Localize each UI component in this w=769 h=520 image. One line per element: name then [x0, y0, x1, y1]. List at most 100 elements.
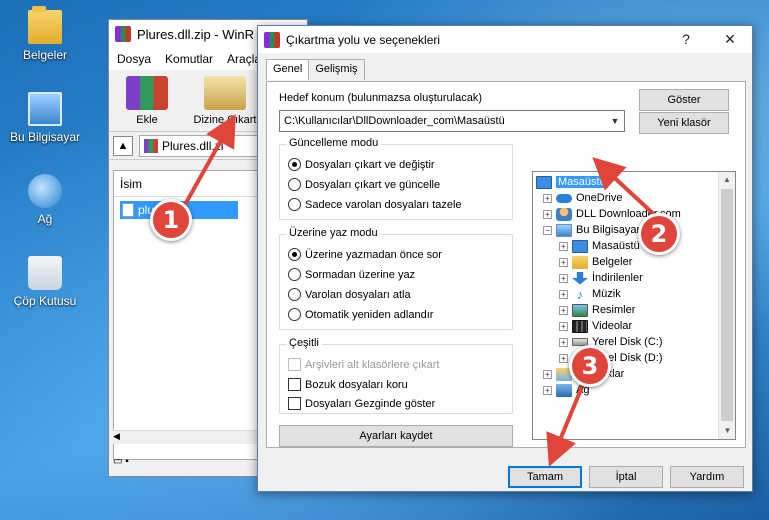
radio[interactable]: [288, 178, 301, 191]
overwrite-mode-group: Üzerine yaz modu Üzerine yazmadan önce s…: [279, 227, 513, 330]
step-badge-1: 1: [150, 199, 192, 241]
dll-file-icon: [122, 203, 134, 217]
radio-selected[interactable]: [288, 158, 301, 171]
tree-item-label: Müzik: [592, 288, 621, 300]
expand-icon[interactable]: +: [559, 305, 568, 315]
scroll-left-icon: ◀: [113, 431, 120, 441]
dialog-title-bar[interactable]: Çıkartma yolu ve seçenekleri ? ✕: [258, 26, 752, 53]
expand-icon[interactable]: +: [559, 337, 568, 347]
scroll-up-icon[interactable]: ▲: [719, 172, 735, 188]
update-option-replace[interactable]: Dosyaları çıkart ve değiştir: [288, 158, 435, 171]
extract-to-button[interactable]: Dizine Çıkart: [189, 70, 261, 131]
menu-komutlar[interactable]: Komutlar: [165, 52, 213, 66]
winrar-horizontal-scrollbar[interactable]: ◀: [113, 430, 263, 444]
radio[interactable]: [288, 268, 301, 281]
tree-item-desktop[interactable]: + Masaüstü: [559, 238, 640, 254]
tree-item-desktop-root[interactable]: Masaüstü: [536, 174, 608, 190]
general-tab-panel: Hedef konum (bulunmazsa oluşturulacak) C…: [266, 81, 746, 448]
add-button-label: Ekle: [136, 114, 158, 126]
option-label: Arşivleri alt klasörlere çıkart: [305, 358, 440, 371]
radio[interactable]: [288, 198, 301, 211]
extract-folder-icon: [204, 76, 246, 110]
tree-item-label: İndirilenler: [592, 272, 643, 284]
column-header-name[interactable]: İsim: [114, 171, 262, 197]
desktop-icon-documents[interactable]: Belgeler: [5, 6, 85, 62]
misc-group: Çeşitli Arşivleri alt klasörlere çıkart …: [279, 337, 513, 414]
overwrite-option-rename[interactable]: Otomatik yeniden adlandır: [288, 308, 433, 321]
menu-dosya[interactable]: Dosya: [117, 52, 151, 66]
new-folder-button[interactable]: Yeni klasör: [639, 112, 729, 134]
checkbox[interactable]: [288, 378, 301, 391]
winrar-app-icon: [264, 31, 280, 48]
tree-item-label: Masaüstü: [592, 240, 640, 252]
desktop-icon-network[interactable]: Ağ: [5, 174, 85, 226]
option-label: Sadece varolan dosyaları tazele: [305, 198, 462, 211]
desktop-icon-label: Çöp Kutusu: [13, 294, 77, 308]
desktop-icon: [536, 175, 552, 189]
expand-icon[interactable]: +: [543, 369, 552, 379]
destination-path-combo[interactable]: C:\Kullanıcılar\DllDownloader_com\Masaüs…: [279, 110, 625, 132]
step-badge-2: 2: [638, 213, 680, 255]
menu-araclar[interactable]: Araçla: [227, 52, 261, 66]
close-button[interactable]: ✕: [708, 26, 752, 53]
update-option-update[interactable]: Dosyaları çıkart ve güncelle: [288, 178, 440, 191]
overwrite-option-skip[interactable]: Varolan dosyaları atla: [288, 288, 411, 301]
onedrive-icon: [556, 193, 572, 203]
tab-general[interactable]: Genel: [266, 59, 310, 80]
documents-folder-icon: [572, 255, 588, 269]
tree-item-downloads[interactable]: + İndirilenler: [559, 270, 643, 286]
user-folder-icon: [556, 207, 572, 221]
tree-item-pictures[interactable]: + Resimler: [559, 302, 635, 318]
dialog-title: Çıkartma yolu ve seçenekleri: [286, 32, 441, 47]
tree-item-onedrive[interactable]: + OneDrive: [543, 190, 622, 206]
collapse-icon[interactable]: −: [543, 225, 552, 235]
expand-icon[interactable]: +: [559, 289, 568, 299]
tree-item-disk-c[interactable]: + Yerel Disk (C:): [559, 334, 663, 350]
expand-icon[interactable]: +: [543, 209, 552, 219]
expand-icon[interactable]: +: [559, 257, 568, 267]
expand-icon[interactable]: +: [543, 193, 552, 203]
desktop-icon-this-pc[interactable]: Bu Bilgisayar: [5, 92, 85, 144]
desktop-icon-label: Belgeler: [22, 48, 68, 62]
archive-icon: [144, 138, 158, 153]
expand-icon[interactable]: +: [559, 353, 568, 363]
tab-advanced[interactable]: Gelişmiş: [308, 59, 365, 80]
scroll-thumb[interactable]: [721, 189, 733, 421]
misc-option-keep-broken[interactable]: Bozuk dosyaları koru: [288, 378, 408, 391]
misc-option-show-explorer[interactable]: Dosyaları Gezginde göster: [288, 397, 435, 410]
update-option-freshen[interactable]: Sadece varolan dosyaları tazele: [288, 198, 462, 211]
expand-icon[interactable]: +: [559, 241, 568, 251]
radio-selected[interactable]: [288, 248, 301, 261]
radio[interactable]: [288, 308, 301, 321]
download-icon: [572, 271, 588, 285]
destination-path-value: C:\Kullanıcılar\DllDownloader_com\Masaüs…: [284, 115, 505, 127]
tree-item-music[interactable]: + ♪ Müzik: [559, 286, 621, 302]
tree-item-videos[interactable]: + Videolar: [559, 318, 632, 334]
checkbox[interactable]: [288, 397, 301, 410]
tree-vertical-scrollbar[interactable]: ▲ ▼: [718, 172, 735, 439]
desktop-icon-recycle-bin[interactable]: Çöp Kutusu: [5, 256, 85, 308]
expand-icon[interactable]: +: [559, 273, 568, 283]
ok-button[interactable]: Tamam: [508, 466, 582, 488]
winrar-title: Plures.dll.zip - WinR: [137, 26, 255, 42]
up-arrow-icon: ▲: [117, 139, 129, 152]
add-button[interactable]: Ekle: [117, 70, 177, 131]
chevron-down-icon[interactable]: ▼: [606, 111, 624, 131]
tree-item-documents[interactable]: + Belgeler: [559, 254, 632, 270]
scroll-down-icon[interactable]: ▼: [719, 423, 735, 439]
expand-icon[interactable]: +: [543, 385, 552, 395]
checkbox-disabled: [288, 358, 301, 371]
expand-icon[interactable]: +: [559, 321, 568, 331]
tree-item-this-pc[interactable]: − Bu Bilgisayar: [543, 222, 640, 238]
help-button[interactable]: Yardım: [670, 466, 744, 488]
help-title-button[interactable]: ?: [664, 26, 708, 53]
overwrite-option-overwrite[interactable]: Sormadan üzerine yaz: [288, 268, 415, 281]
extract-to-button-label: Dizine Çıkart: [193, 114, 257, 126]
folder-tree: Masaüstü + OneDrive + DLL Downloader.com…: [532, 171, 736, 440]
radio[interactable]: [288, 288, 301, 301]
save-settings-button[interactable]: Ayarları kaydet: [279, 425, 513, 447]
overwrite-option-ask[interactable]: Üzerine yazmadan önce sor: [288, 248, 442, 261]
cancel-button[interactable]: İptal: [589, 466, 663, 488]
show-button[interactable]: Göster: [639, 89, 729, 111]
up-folder-button[interactable]: ▲: [113, 135, 133, 156]
